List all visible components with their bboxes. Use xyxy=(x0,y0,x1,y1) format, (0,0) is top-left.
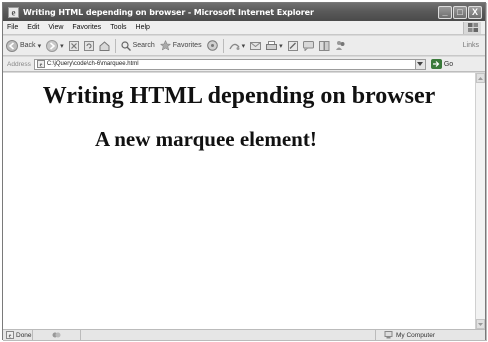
status-panel xyxy=(31,329,80,341)
html-page-icon: e xyxy=(36,60,45,69)
status-bar: e Done My Computer xyxy=(3,329,485,341)
page-heading: Writing HTML depending on browser xyxy=(42,83,436,109)
toolbar-separator xyxy=(222,38,224,53)
refresh-icon xyxy=(83,40,94,51)
ie-logo-icon: e xyxy=(7,6,19,18)
links-label[interactable]: Links xyxy=(463,42,479,49)
menu-bar: File Edit View Favorites Tools Help xyxy=(3,21,485,35)
status-text: Done xyxy=(16,331,32,339)
home-icon xyxy=(99,40,110,51)
history-icon xyxy=(228,43,240,50)
chevron-down-icon xyxy=(478,322,483,326)
messenger-icon xyxy=(335,41,345,50)
history-button[interactable]: ▾ xyxy=(228,41,246,51)
page-done-icon: e xyxy=(6,331,14,339)
menu-edit[interactable]: Edit xyxy=(27,24,39,31)
window-title: Writing HTML depending on browser - Micr… xyxy=(23,7,314,17)
toolbar-separator xyxy=(114,38,116,53)
print-button[interactable]: ▾ xyxy=(266,40,283,51)
favorites-button[interactable]: Favorites xyxy=(159,40,202,51)
windows-flag-icon xyxy=(463,21,481,34)
status-panel xyxy=(79,329,100,341)
address-dropdown-button[interactable] xyxy=(415,58,426,70)
svg-text:e: e xyxy=(40,63,43,69)
go-arrow-icon xyxy=(430,59,442,69)
refresh-button[interactable] xyxy=(83,40,94,51)
menu-view[interactable]: View xyxy=(48,24,63,31)
research-button[interactable] xyxy=(318,40,330,51)
zone-label: My Computer xyxy=(396,331,436,339)
discuss-button[interactable] xyxy=(302,40,314,51)
go-label: Go xyxy=(443,60,454,68)
menu-help[interactable]: Help xyxy=(136,24,150,31)
forward-arrow-icon xyxy=(46,39,59,52)
media-button[interactable] xyxy=(206,40,218,51)
chevron-down-icon: ▾ xyxy=(37,42,42,50)
forward-button[interactable]: ▾ xyxy=(46,39,64,52)
minimize-button[interactable]: _ xyxy=(438,5,452,19)
browser-window: e Writing HTML depending on browser - Mi… xyxy=(2,2,486,341)
svg-text:e: e xyxy=(11,7,15,17)
menu-file[interactable]: File xyxy=(7,24,18,31)
chevron-down-icon: ▾ xyxy=(60,42,64,50)
print-icon xyxy=(266,40,278,50)
chevron-down-icon: ▾ xyxy=(241,42,246,50)
search-button[interactable]: Search xyxy=(120,40,155,51)
window-controls: _ □ X xyxy=(438,5,482,19)
marquee-heading: A new marquee element! xyxy=(95,127,317,151)
home-button[interactable] xyxy=(99,40,110,51)
mail-button[interactable] xyxy=(250,41,262,51)
address-input[interactable]: e C:\jQuery\code\ch-6\marquee.html xyxy=(33,58,416,70)
mail-icon xyxy=(250,41,262,50)
security-icon xyxy=(52,332,61,338)
toolbar: Back ▾ ▾ Search Favorites ▾ ▾ Links xyxy=(3,36,485,56)
go-button[interactable]: Go xyxy=(430,59,454,69)
back-button[interactable]: Back ▾ xyxy=(6,39,42,52)
vertical-scrollbar[interactable] xyxy=(475,73,485,329)
messenger-button[interactable] xyxy=(335,40,346,51)
menu-tools[interactable]: Tools xyxy=(110,24,126,31)
media-icon xyxy=(206,40,218,51)
stop-button[interactable] xyxy=(68,40,79,51)
edit-button[interactable] xyxy=(287,40,298,51)
discuss-icon xyxy=(302,40,314,51)
close-button[interactable]: X xyxy=(468,5,482,19)
star-icon xyxy=(159,40,171,51)
search-icon xyxy=(120,40,131,51)
address-bar: Address e C:\jQuery\code\ch-6\marquee.ht… xyxy=(3,57,485,72)
chevron-up-icon xyxy=(478,76,483,80)
chevron-down-icon xyxy=(417,62,424,66)
search-label: Search xyxy=(132,42,155,49)
chevron-down-icon: ▾ xyxy=(279,42,283,50)
title-bar[interactable]: e Writing HTML depending on browser - Mi… xyxy=(3,3,485,21)
menu-favorites[interactable]: Favorites xyxy=(72,24,101,31)
maximize-button[interactable]: □ xyxy=(453,5,467,19)
svg-text:e: e xyxy=(9,334,12,340)
stop-icon xyxy=(68,40,79,51)
favorites-label: Favorites xyxy=(172,42,202,49)
back-arrow-icon xyxy=(6,39,18,52)
address-label: Address xyxy=(7,60,31,68)
scroll-up-button[interactable] xyxy=(476,73,485,83)
research-icon xyxy=(318,40,330,51)
security-zone: My Computer xyxy=(375,329,485,341)
back-label: Back xyxy=(20,42,36,49)
my-computer-icon xyxy=(384,331,393,339)
scroll-down-button[interactable] xyxy=(476,319,485,329)
address-url: C:\jQuery\code\ch-6\marquee.html xyxy=(46,61,139,67)
edit-icon xyxy=(287,40,298,51)
page-content: Writing HTML depending on browser A new … xyxy=(3,73,475,329)
